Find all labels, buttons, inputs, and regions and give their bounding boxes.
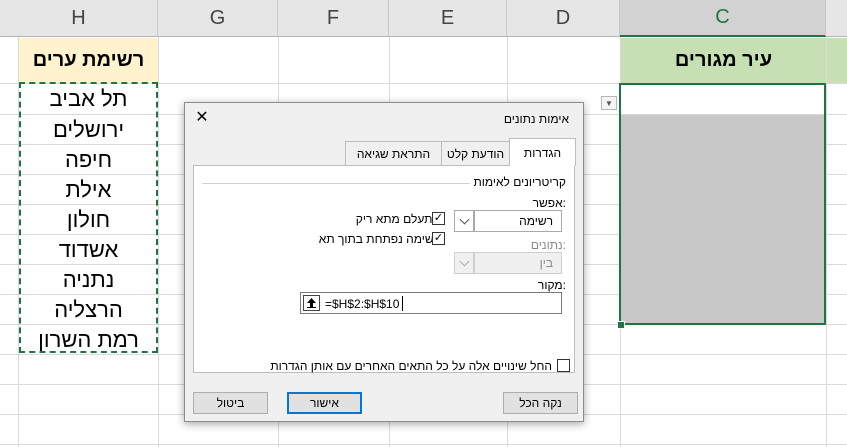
source-input[interactable]: =$H$2:$H$10 [300, 292, 562, 314]
allow-label: אפשר: [532, 196, 566, 210]
fill-handle[interactable] [617, 321, 625, 329]
data-select: בין [474, 252, 562, 274]
close-icon[interactable]: ✕ [193, 107, 211, 127]
in-cell-dropdown-label: רשימה נפתחת בתוך תא [318, 232, 440, 246]
chevron-down-icon [459, 256, 469, 266]
tab-settings[interactable]: הגדרות [509, 138, 576, 166]
city-cell[interactable]: חולון [19, 205, 158, 234]
tab-input-message[interactable]: הודעת קלט [441, 141, 510, 165]
ignore-blank-checkbox[interactable]: ✓ [432, 212, 445, 225]
allow-select-value: רשימה [519, 214, 553, 228]
city-cell[interactable]: אילת [19, 175, 158, 204]
city-cell[interactable]: אשדוד [19, 235, 158, 264]
city-cell[interactable]: תל אביב [19, 84, 158, 114]
ok-button[interactable]: אישור [287, 392, 362, 414]
upload-arrow-icon [307, 298, 316, 308]
collapse-dialog-button[interactable] [303, 295, 320, 311]
data-select-value: בין [539, 256, 553, 270]
allow-select[interactable]: רשימה [474, 210, 562, 232]
active-cell[interactable] [621, 84, 826, 114]
criteria-separator [202, 183, 470, 184]
city-cell[interactable]: נתניה [19, 265, 158, 294]
allow-select-button[interactable] [454, 210, 474, 232]
list-header-cell[interactable]: רשימת ערים [19, 38, 158, 83]
column-header-d[interactable]: D [507, 0, 620, 37]
dialog-title: אימות נתונים [503, 112, 569, 126]
city-cell[interactable]: רמת השרון [19, 325, 158, 354]
column-header-b-partial[interactable] [826, 0, 847, 37]
ignore-blank-label: התעלם מתא ריק [355, 212, 440, 226]
source-value: =$H$2:$H$10 [325, 297, 400, 311]
column-header-h[interactable]: H [0, 0, 158, 37]
criteria-label: קריטריונים לאימות [473, 175, 566, 189]
column-header-f[interactable]: F [278, 0, 389, 37]
text-caret [402, 296, 403, 311]
column-header-c[interactable]: C [620, 0, 826, 37]
source-label: מקור: [537, 278, 566, 292]
apply-all-checkbox[interactable] [557, 359, 570, 372]
settings-panel: קריטריונים לאימות אפשר: רשימה התעלם מתא … [193, 165, 575, 373]
data-label: נתונים: [530, 238, 566, 252]
target-header-cell[interactable]: עיר מגורים [621, 38, 826, 83]
in-cell-dropdown-checkbox[interactable]: ✓ [432, 232, 445, 245]
selected-range[interactable] [621, 115, 826, 325]
cell-dropdown-arrow[interactable]: ▼ [601, 96, 617, 110]
data-validation-dialog: אימות נתונים ✕ הגדרות הודעת קלט התראת שג… [184, 102, 584, 422]
column-header-g[interactable]: G [158, 0, 278, 37]
city-cell[interactable]: חיפה [19, 145, 158, 174]
apply-all-label: החל שינויים אלה על כל התאים האחרים עם או… [270, 359, 552, 373]
target-header-cell-extension[interactable] [827, 38, 847, 83]
chevron-down-icon [459, 214, 469, 224]
clear-all-button[interactable]: נקה הכל [503, 392, 578, 414]
data-select-button [454, 252, 474, 274]
cancel-button[interactable]: ביטול [193, 392, 268, 414]
city-cell[interactable]: ירושלים [19, 115, 158, 144]
city-cell[interactable]: הרצליה [19, 295, 158, 324]
tab-error-alert[interactable]: התראת שגיאה [345, 141, 442, 165]
column-header-e[interactable]: E [389, 0, 507, 37]
